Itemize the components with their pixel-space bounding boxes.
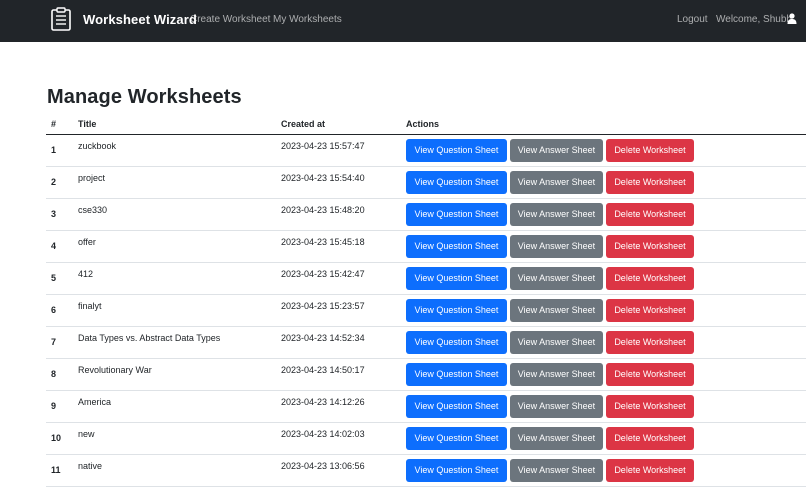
row-created-at: 2023-04-23 15:54:40 xyxy=(276,162,401,195)
row-actions: View Question Sheet View Answer Sheet Dele… xyxy=(401,166,806,199)
view-question-sheet-button[interactable]: View Question Sheet xyxy=(406,362,507,386)
table-body: 1 zuckbook 2023-04-23 15:57:47 View Questio… xyxy=(46,130,806,487)
view-answer-sheet-button[interactable]: View Answer Sheet xyxy=(510,394,603,418)
row-actions: View Question Sheet View Answer Sheet Dele… xyxy=(401,326,806,359)
navbar: Worksheet Wizard Create Worksheet My Wor… xyxy=(0,0,806,42)
row-number: 5 xyxy=(46,262,73,295)
page-title: Manage Worksheets xyxy=(47,86,242,108)
view-answer-sheet-button[interactable]: View Answer Sheet xyxy=(510,234,603,258)
view-answer-sheet-button[interactable]: View Answer Sheet xyxy=(510,330,603,354)
row-created-at: 2023-04-23 15:45:18 xyxy=(276,226,401,259)
row-actions: View Question Sheet View Answer Sheet Dele… xyxy=(401,422,806,455)
delete-worksheet-button[interactable]: Delete Worksheet xyxy=(606,170,694,194)
view-answer-sheet-button[interactable]: View Answer Sheet xyxy=(510,266,603,290)
row-title: cse330 xyxy=(73,194,276,227)
welcome-text: Welcome, Shubh xyxy=(716,14,792,25)
row-title: America xyxy=(73,386,276,419)
delete-worksheet-button[interactable]: Delete Worksheet xyxy=(606,362,694,386)
row-number: 2 xyxy=(46,166,73,199)
row-actions: View Question Sheet View Answer Sheet Dele… xyxy=(401,454,806,487)
delete-worksheet-button[interactable]: Delete Worksheet xyxy=(606,394,694,418)
nav-my-worksheets[interactable]: My Worksheets xyxy=(273,14,342,25)
row-title: 412 xyxy=(73,258,276,291)
row-number: 7 xyxy=(46,326,73,359)
row-created-at: 2023-04-23 13:06:56 xyxy=(276,450,401,483)
row-created-at: 2023-04-23 14:12:26 xyxy=(276,386,401,419)
row-number: 8 xyxy=(46,358,73,391)
brand-name[interactable]: Worksheet Wizard xyxy=(83,12,197,27)
row-created-at: 2023-04-23 15:48:20 xyxy=(276,194,401,227)
row-actions: View Question Sheet View Answer Sheet Dele… xyxy=(401,262,806,295)
row-created-at: 2023-04-23 14:52:34 xyxy=(276,322,401,355)
delete-worksheet-button[interactable]: Delete Worksheet xyxy=(606,330,694,354)
nav-create-worksheet[interactable]: Create Worksheet xyxy=(190,14,270,25)
worksheets-table: # Title Created at Actions 1 zuckbook 2023… xyxy=(46,114,806,487)
view-question-sheet-button[interactable]: View Question Sheet xyxy=(406,394,507,418)
view-answer-sheet-button[interactable]: View Answer Sheet xyxy=(510,202,603,226)
view-question-sheet-button[interactable]: View Question Sheet xyxy=(406,138,507,162)
nav-logout[interactable]: Logout xyxy=(677,14,708,25)
row-number: 4 xyxy=(46,230,73,263)
view-question-sheet-button[interactable]: View Question Sheet xyxy=(406,330,507,354)
row-title: finalyt xyxy=(73,290,276,323)
delete-worksheet-button[interactable]: Delete Worksheet xyxy=(606,426,694,450)
view-answer-sheet-button[interactable]: View Answer Sheet xyxy=(510,298,603,322)
row-actions: View Question Sheet View Answer Sheet Dele… xyxy=(401,294,806,327)
delete-worksheet-button[interactable]: Delete Worksheet xyxy=(606,234,694,258)
view-answer-sheet-button[interactable]: View Answer Sheet xyxy=(510,426,603,450)
row-created-at: 2023-04-23 14:50:17 xyxy=(276,354,401,387)
view-question-sheet-button[interactable]: View Question Sheet xyxy=(406,170,507,194)
row-actions: View Question Sheet View Answer Sheet Dele… xyxy=(401,198,806,231)
row-title: zuckbook xyxy=(73,130,276,163)
view-answer-sheet-button[interactable]: View Answer Sheet xyxy=(510,458,603,482)
row-created-at: 2023-04-23 15:23:57 xyxy=(276,290,401,323)
row-actions: View Question Sheet View Answer Sheet Dele… xyxy=(401,358,806,391)
row-number: 6 xyxy=(46,294,73,327)
row-title: offer xyxy=(73,226,276,259)
row-number: 11 xyxy=(46,454,73,487)
view-question-sheet-button[interactable]: View Question Sheet xyxy=(406,266,507,290)
delete-worksheet-button[interactable]: Delete Worksheet xyxy=(606,298,694,322)
delete-worksheet-button[interactable]: Delete Worksheet xyxy=(606,458,694,482)
delete-worksheet-button[interactable]: Delete Worksheet xyxy=(606,266,694,290)
user-icon xyxy=(787,13,797,24)
row-title: Revolutionary War xyxy=(73,354,276,387)
header-number: # xyxy=(46,114,73,135)
row-created-at: 2023-04-23 15:42:47 xyxy=(276,258,401,291)
row-number: 10 xyxy=(46,422,73,455)
row-number: 9 xyxy=(46,390,73,423)
row-title: project xyxy=(73,162,276,195)
row-actions: View Question Sheet View Answer Sheet Dele… xyxy=(401,134,806,167)
view-question-sheet-button[interactable]: View Question Sheet xyxy=(406,298,507,322)
view-question-sheet-button[interactable]: View Question Sheet xyxy=(406,426,507,450)
row-title: Data Types vs. Abstract Data Types xyxy=(73,322,276,355)
table-row: 11 native 2023-04-23 13:06:56 View Question… xyxy=(46,450,806,487)
row-title: native xyxy=(73,450,276,483)
row-actions: View Question Sheet View Answer Sheet Dele… xyxy=(401,390,806,423)
view-answer-sheet-button[interactable]: View Answer Sheet xyxy=(510,362,603,386)
delete-worksheet-button[interactable]: Delete Worksheet xyxy=(606,138,694,162)
delete-worksheet-button[interactable]: Delete Worksheet xyxy=(606,202,694,226)
row-number: 1 xyxy=(46,134,73,167)
row-number: 3 xyxy=(46,198,73,231)
row-created-at: 2023-04-23 14:02:03 xyxy=(276,418,401,451)
view-answer-sheet-button[interactable]: View Answer Sheet xyxy=(510,138,603,162)
view-question-sheet-button[interactable]: View Question Sheet xyxy=(406,202,507,226)
row-actions: View Question Sheet View Answer Sheet Dele… xyxy=(401,230,806,263)
row-title: new xyxy=(73,418,276,451)
row-created-at: 2023-04-23 15:57:47 xyxy=(276,130,401,163)
view-answer-sheet-button[interactable]: View Answer Sheet xyxy=(510,170,603,194)
view-question-sheet-button[interactable]: View Question Sheet xyxy=(406,234,507,258)
header-actions: Actions xyxy=(401,114,806,135)
worksheet-logo-icon[interactable] xyxy=(49,7,73,31)
view-question-sheet-button[interactable]: View Question Sheet xyxy=(406,458,507,482)
